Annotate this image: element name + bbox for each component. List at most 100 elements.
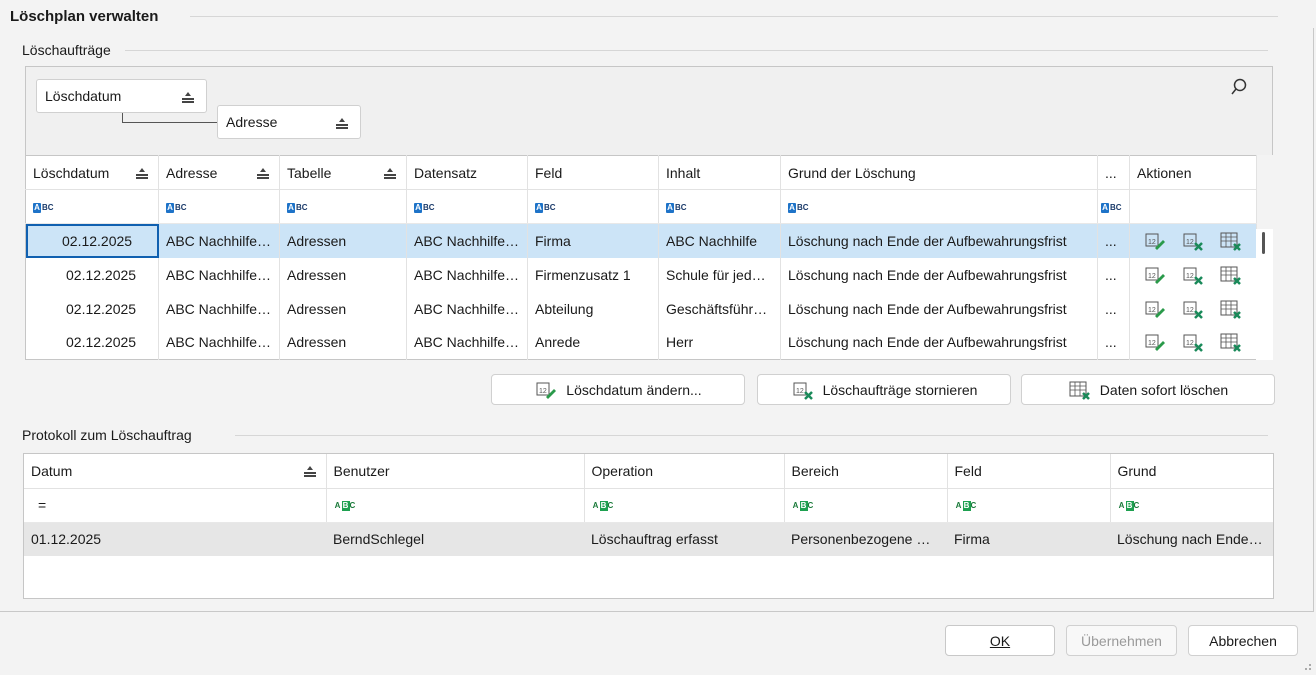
text-filter-icon: A BC [955,501,977,512]
calendar-cancel-icon[interactable]: 12 [1182,332,1204,353]
filter-cell[interactable]: = [24,488,327,523]
col-header-feld[interactable]: Feld [947,454,1111,489]
filter-cell[interactable]: A BC [158,189,280,224]
calendar-edit-icon[interactable]: 12 [1144,265,1166,285]
cell-loeschdatum[interactable]: 02.12.2025 [25,291,159,326]
filter-cell[interactable]: A BC [658,189,781,224]
table-row[interactable]: 02.12.2025 ABC Nachhilfe Schule Adressen… [25,257,1257,292]
filter-cell[interactable]: A BC [326,488,585,523]
ok-button[interactable]: OK [945,625,1055,656]
delete-now-button[interactable]: Daten sofort löschen [1021,374,1275,405]
apply-button[interactable]: Übernehmen [1066,625,1177,656]
col-header-datensatz[interactable]: Datensatz [406,155,528,190]
cell-grund[interactable]: Löschung nach Ende der Aufbewahrungsfris… [780,257,1098,292]
filter-cell[interactable]: A BC [25,189,159,224]
cell-feld[interactable]: Anrede [527,325,659,360]
group-chip-loeschdatum[interactable]: Löschdatum [36,79,207,113]
cell-feld[interactable]: Firma [947,522,1110,556]
filter-cell[interactable]: A BC [584,488,785,523]
col-header-grund[interactable]: Grund [1110,454,1273,489]
col-header-adresse[interactable]: Adresse [158,155,280,190]
col-header-datum[interactable]: Datum [24,454,327,489]
table-row[interactable]: 02.12.2025 ABC Nachhilfe Schule Adressen… [25,325,1257,360]
cell-feld[interactable]: Firmenzusatz 1 [527,257,659,292]
cell-bereich[interactable]: Personenbezogene Daten [784,522,947,556]
cell-grund[interactable]: Löschung nach Ende der Aufbewahrungsfris… [780,291,1098,326]
filter-cell[interactable]: A BC [1110,488,1273,523]
cell-datensatz[interactable]: ABC Nachhilfe Schule [406,223,528,258]
cell-datensatz[interactable]: ABC Nachhilfe Schule [406,257,528,292]
col-header-bereich[interactable]: Bereich [784,454,948,489]
filter-cell[interactable]: A BC [947,488,1111,523]
cell-tabelle[interactable]: Adressen [279,291,407,326]
cell-grund[interactable]: Löschung nach Ende der Aufbewahrungsfris… [1110,522,1273,556]
cell-inhalt[interactable]: Geschäftsführung [658,291,781,326]
cell-more[interactable]: ... [1097,325,1130,360]
cell-loeschdatum[interactable]: 02.12.2025 [25,223,159,258]
cell-datensatz[interactable]: ABC Nachhilfe Schule [406,291,528,326]
cell-datum[interactable]: 01.12.2025 [24,522,326,556]
table-row[interactable]: 01.12.2025 BerndSchlegel Löschauftrag er… [24,522,1273,556]
cell-datensatz[interactable]: ABC Nachhilfe Schule [406,325,528,360]
table-delete-icon[interactable] [1220,265,1242,285]
cell-inhalt[interactable]: Schule für jedermann [658,257,781,292]
group-chip-adresse[interactable]: Adresse [217,105,361,139]
col-header-more[interactable]: ... [1097,155,1130,190]
cell-adresse[interactable]: ABC Nachhilfe Schule [158,325,280,360]
cell-inhalt[interactable]: Herr [658,325,781,360]
cell-tabelle[interactable]: Adressen [279,223,407,258]
filter-cell[interactable]: A BC [406,189,528,224]
cell-feld[interactable]: Abteilung [527,291,659,326]
search-icon[interactable] [1230,78,1248,96]
calendar-edit-icon[interactable]: 12 [1144,299,1166,319]
orders-grid[interactable]: Löschdatum Adresse Tabelle Datensatz Fel… [25,155,1257,360]
cell-more[interactable]: ... [1097,257,1130,292]
table-delete-icon[interactable] [1220,231,1242,251]
cell-adresse[interactable]: ABC Nachhilfe Schule [158,291,280,326]
cell-tabelle[interactable]: Adressen [279,325,407,360]
cell-adresse[interactable]: ABC Nachhilfe Schule [158,223,280,258]
cell-more[interactable]: ... [1097,291,1130,326]
cancel-orders-button[interactable]: 12 Löschaufträge stornieren [757,374,1011,405]
filter-cell[interactable]: A BC [1097,189,1130,224]
filter-cell[interactable]: A BC [279,189,407,224]
resize-grip-icon[interactable] [1304,663,1312,671]
cell-benutzer[interactable]: BerndSchlegel [326,522,584,556]
cell-adresse[interactable]: ABC Nachhilfe Schule [158,257,280,292]
calendar-edit-icon[interactable]: 12 [1144,332,1166,352]
cell-loeschdatum[interactable]: 02.12.2025 [25,325,159,360]
calendar-cancel-icon[interactable]: 12 [1182,299,1204,319]
table-delete-icon[interactable] [1220,299,1242,319]
group-panel[interactable]: Löschdatum Adresse [25,66,1273,155]
cell-grund[interactable]: Löschung nach Ende der Aufbewahrungsfris… [780,223,1098,258]
table-delete-icon[interactable] [1220,332,1242,353]
calendar-cancel-icon[interactable]: 12 [1182,265,1204,285]
col-header-tabelle[interactable]: Tabelle [279,155,407,190]
cell-more[interactable]: ... [1097,223,1130,258]
calendar-cancel-icon: 12 [793,382,813,400]
filter-cell[interactable]: A BC [527,189,659,224]
col-header-aktionen[interactable]: Aktionen [1129,155,1257,190]
cell-loeschdatum[interactable]: 02.12.2025 [25,257,159,292]
col-header-grund[interactable]: Grund der Löschung [780,155,1098,190]
col-header-feld[interactable]: Feld [527,155,659,190]
col-header-loeschdatum[interactable]: Löschdatum [25,155,159,190]
cell-operation[interactable]: Löschauftrag erfasst [584,522,784,556]
table-row[interactable]: 02.12.2025 ABC Nachhilfe Schule Adressen… [25,223,1257,258]
change-date-button[interactable]: 12 Löschdatum ändern... [491,374,745,405]
protocol-grid[interactable]: Datum Benutzer Operation Bereich Feld Gr… [24,454,1273,556]
filter-cell[interactable]: A BC [784,488,948,523]
cancel-button[interactable]: Abbrechen [1188,625,1298,656]
cell-grund[interactable]: Löschung nach Ende der Aufbewahrungsfris… [780,325,1098,360]
scrollbar-thumb[interactable] [1262,232,1265,254]
col-header-inhalt[interactable]: Inhalt [658,155,781,190]
table-row[interactable]: 02.12.2025 ABC Nachhilfe Schule Adressen… [25,291,1257,326]
col-header-operation[interactable]: Operation [584,454,785,489]
calendar-edit-icon[interactable]: 12 [1144,231,1166,251]
cell-inhalt[interactable]: ABC Nachhilfe [658,223,781,258]
col-header-benutzer[interactable]: Benutzer [326,454,585,489]
calendar-cancel-icon[interactable]: 12 [1182,231,1204,251]
filter-cell[interactable]: A BC [780,189,1098,224]
cell-feld[interactable]: Firma [527,223,659,258]
cell-tabelle[interactable]: Adressen [279,257,407,292]
